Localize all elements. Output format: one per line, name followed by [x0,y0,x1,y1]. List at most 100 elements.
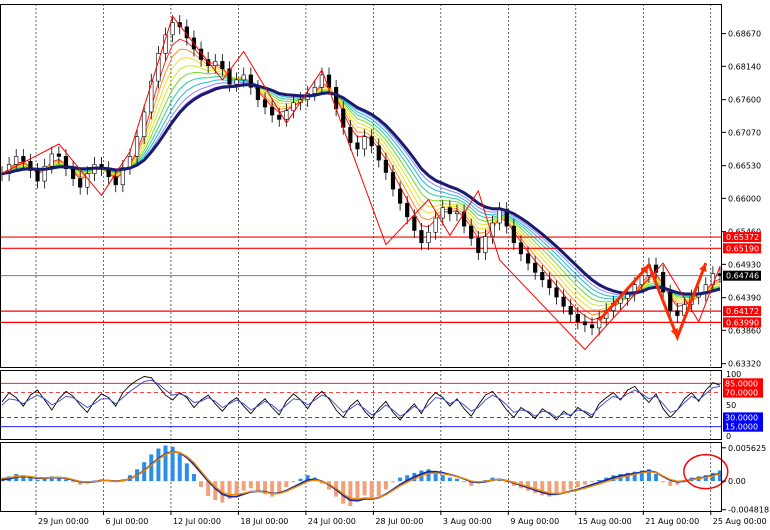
hist-bar-83 [590,481,595,483]
price-tick-label-10: 0.63320 [728,360,761,369]
hist-bar-56 [398,477,403,482]
candle-body-36 [255,86,261,100]
candle-body-55 [390,172,396,190]
candle-body-54 [383,159,388,173]
candle-body-82 [582,321,588,326]
candle-body-38 [270,106,275,116]
candle-body-21 [149,80,154,113]
hist-bar-49 [348,481,353,507]
osc-tick-label-2: 50 [726,401,736,410]
hist-bar-25 [177,453,182,482]
hist-bar-94 [668,481,673,486]
candle-body-20 [142,111,147,137]
osc-level-label-0: 85.0000 [725,379,758,388]
candle-body-83 [589,324,595,329]
hist-bar-55 [390,481,395,483]
hist-bar-5 [35,479,40,482]
hist-bar-51 [362,481,367,496]
time-label-3: 18 Jul 00:00 [240,517,288,526]
hist-bar-62 [440,475,445,482]
candle-body-11 [78,178,83,188]
candle-body-49 [348,127,353,144]
hist-bar-65 [462,481,467,483]
candle-body-74 [525,253,531,264]
hist-bar-28 [199,481,204,488]
time-label-10: 25 Aug 00:00 [713,517,767,526]
hist-bar-22 [156,448,161,482]
candle-body-18 [127,156,133,168]
candle-body-77 [547,279,552,289]
candle-body-100 [710,273,715,286]
candle-body-45 [319,74,325,88]
candle-body-64 [454,211,460,215]
hist-bar-81 [575,481,580,488]
price-tick-label-9: 0.63860 [728,326,761,335]
osc-tick-label-0: 100 [726,370,741,379]
candle-body-19 [134,136,140,157]
hist-bar-35 [248,481,253,489]
hist-bar-92 [654,474,659,482]
level-label-3: 0.63990 [726,318,759,327]
candle-body-81 [575,314,580,323]
hist-bar-34 [241,481,246,491]
price-tick-label-3: 0.67070 [728,128,761,137]
time-label-0: 29 Jun 00:00 [38,517,89,526]
hist-bar-39 [277,481,282,494]
candle-body-79 [561,296,566,307]
candle-body-90 [639,275,644,286]
hist-bar-33 [234,481,239,495]
candle-body-30 [213,61,218,66]
hist-bar-82 [582,481,587,485]
hist-bar-93 [661,481,666,483]
candle-body-7 [49,153,54,167]
level-label-2: 0.64172 [726,307,759,316]
osc-tick-label-4: 0 [726,432,731,441]
hist-bar-52 [369,481,374,499]
time-label-5: 28 Jul 00:00 [375,517,423,526]
time-label-4: 24 Jul 00:00 [308,517,356,526]
candle-body-10 [70,168,76,179]
candle-body-56 [397,188,403,204]
candle-body-5 [35,170,40,182]
hist-bar-9 [63,479,68,482]
candle-body-80 [568,306,573,315]
candle-body-41 [291,102,296,112]
candle-body-57 [405,202,410,218]
candle-body-72 [511,225,516,244]
hist-bar-26 [184,463,189,482]
hist-bar-53 [376,481,381,497]
candle-body-37 [262,99,268,108]
candle-body-24 [170,22,175,36]
hist-bar-41 [291,481,296,483]
candle-body-66 [469,225,474,239]
candle-body-70 [497,209,502,224]
forex-chart[interactable]: 0.68670 0.68140 0.67600 0.67070 0.66530 0.660… [0,0,770,530]
price-tick-label-1: 0.68140 [728,62,761,71]
price-tick-label-4: 0.66530 [728,162,761,171]
candle-body-16 [113,176,118,186]
hist-bar-27 [191,474,196,482]
candle-body-40 [284,110,289,120]
hist-bar-40 [284,481,289,488]
time-label-8: 15 Aug 00:00 [578,517,632,526]
hist-tick-label-0: 0.005625 [728,444,766,453]
candle-body-76 [540,272,545,281]
hist-tick-label-1: 0.00 [728,477,746,486]
hist-bar-80 [568,481,573,490]
candle-body-34 [241,74,246,81]
price-tick-label-7: 0.64930 [728,260,761,269]
hist-bar-23 [163,445,168,482]
hist-bar-78 [554,481,559,495]
hist-bar-54 [383,481,388,490]
hist-bar-64 [454,478,459,482]
hist-bar-63 [447,477,452,482]
candle-body-53 [376,145,381,161]
candle-body-63 [447,207,452,215]
osc-level-label-2: 30.0000 [725,413,758,422]
level-label-1: 0.65190 [726,244,759,253]
candle-body-51 [362,136,367,150]
candle-body-33 [234,79,239,85]
candle-body-39 [277,114,282,120]
candle-body-68 [483,236,488,253]
osc-level-label-1: 70.0000 [725,389,758,398]
